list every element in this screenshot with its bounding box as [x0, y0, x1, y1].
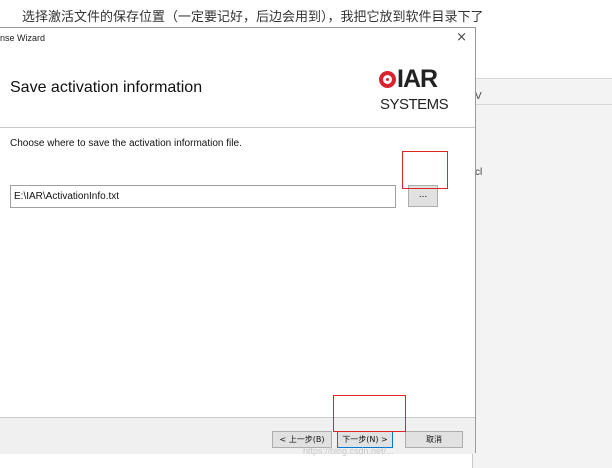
watermark: https://blog.csdn.net/...: [303, 446, 394, 456]
browse-button[interactable]: ...: [408, 185, 438, 207]
background-toolbar: [473, 64, 612, 79]
logo-word: IAR: [397, 65, 438, 93]
background-window: V cl: [472, 64, 612, 468]
license-wizard-dialog: nse Wizard × Save activation information…: [0, 27, 476, 454]
logo-subtitle: SYSTEMS: [380, 96, 449, 113]
close-icon[interactable]: ×: [456, 30, 467, 45]
cancel-button[interactable]: 取消: [405, 431, 463, 448]
background-text-c: cl: [475, 167, 483, 178]
instruction-text: Choose where to save the activation info…: [10, 138, 242, 149]
dialog-title: nse Wizard: [0, 33, 46, 43]
dialog-footer: < 上一步(B) 下一步(N) > 取消: [0, 418, 475, 454]
dialog-titlebar[interactable]: nse Wizard ×: [0, 28, 475, 50]
background-divider: [473, 104, 612, 105]
save-path-input[interactable]: [10, 185, 396, 208]
header-divider: [0, 127, 475, 128]
article-caption: 选择激活文件的保存位置（一定要记好，后边会用到），我把它放到软件目录下了: [22, 10, 484, 25]
page-title: Save activation information: [10, 79, 203, 96]
iar-systems-logo: IAR SYSTEMS: [379, 66, 449, 116]
iar-dot-logo-icon: [379, 70, 396, 88]
background-text-v: V: [475, 91, 482, 102]
